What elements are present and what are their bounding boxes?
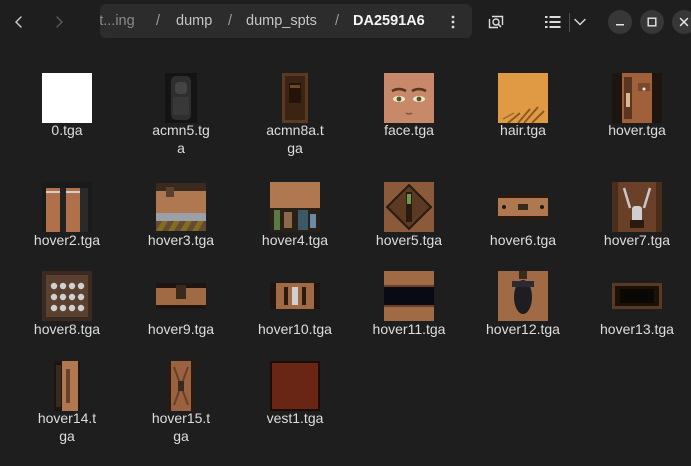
path-menu-button[interactable]: [440, 12, 466, 32]
file-name: hover8.tga: [33, 321, 101, 337]
maximize-button[interactable]: [640, 10, 664, 34]
view-options-dropdown[interactable]: [572, 8, 588, 36]
search-button[interactable]: [482, 8, 510, 36]
file-thumbnail: [493, 266, 553, 326]
breadcrumb-item[interactable]: it...ing: [100, 13, 135, 29]
file-thumbnail: [493, 68, 553, 128]
header-divider: [569, 13, 570, 32]
file-thumbnail: [151, 266, 211, 326]
file-thumbnail: [493, 177, 553, 237]
file-thumbnail: [265, 266, 325, 326]
list-view-icon: [545, 16, 561, 28]
file-name: hover12.tga: [486, 321, 560, 337]
path-bar: it...ing / dump / dump_spts / DA2591A6: [100, 4, 472, 38]
file-thumbnail: [607, 68, 667, 128]
maximize-icon: [647, 17, 657, 27]
breadcrumb-item[interactable]: dump: [176, 13, 212, 29]
forward-button[interactable]: [45, 8, 73, 36]
file-thumbnail: [265, 356, 325, 416]
file-thumbnail: [151, 177, 211, 237]
breadcrumb-separator: /: [156, 13, 161, 29]
file-thumbnail: [379, 68, 439, 128]
file-thumbnail: [37, 356, 97, 416]
header-bar: it...ing / dump / dump_spts / DA2591A6: [0, 0, 691, 44]
file-thumbnail: [607, 177, 667, 237]
file-thumbnail: [607, 266, 667, 326]
file-name: hover14.t ga: [37, 410, 97, 444]
file-thumbnail: [151, 68, 211, 128]
file-thumbnail: [37, 266, 97, 326]
chevron-right-icon: [56, 16, 63, 28]
file-thumbnail: [265, 68, 325, 128]
breadcrumb-separator: /: [228, 13, 233, 29]
file-grid: 0.tga acmn5.tg a acmn8a.t ga face.tga ha…: [0, 44, 691, 466]
file-name: acmn8a.t ga: [266, 122, 324, 156]
file-name: acmn5.tg a: [152, 122, 210, 156]
file-name: hover15.t ga: [151, 410, 211, 444]
file-name: hover3.tga: [147, 232, 215, 248]
vertical-dots-icon: [451, 15, 455, 29]
file-name: face.tga: [384, 122, 434, 138]
file-thumbnail: [151, 356, 211, 416]
breadcrumb-separator: /: [335, 13, 340, 29]
back-button[interactable]: [5, 8, 33, 36]
file-thumbnail: [37, 68, 97, 128]
breadcrumb-item[interactable]: dump_spts: [246, 13, 317, 29]
search-icon: [488, 15, 504, 29]
file-name: hover13.tga: [600, 321, 674, 337]
close-icon: [679, 17, 689, 27]
file-name: hover2.tga: [33, 232, 101, 248]
chevron-left-icon: [15, 16, 22, 28]
file-name: 0.tga: [51, 122, 83, 138]
file-thumbnail: [379, 177, 439, 237]
file-name: hair.tga: [500, 122, 546, 138]
file-name: hover.tga: [608, 122, 666, 138]
file-name: hover7.tga: [603, 232, 671, 248]
minimize-icon: [616, 24, 624, 26]
file-name: hover11.tga: [372, 321, 446, 337]
chevron-down-icon: [574, 18, 586, 26]
file-name: hover10.tga: [258, 321, 332, 337]
file-name: hover4.tga: [261, 232, 329, 248]
file-thumbnail: [37, 177, 97, 237]
view-mode-button[interactable]: [540, 8, 566, 36]
file-thumbnail: [265, 177, 325, 237]
file-name: hover6.tga: [489, 232, 557, 248]
breadcrumb-current[interactable]: DA2591A6: [353, 13, 425, 29]
file-name: hover5.tga: [375, 232, 443, 248]
minimize-button[interactable]: [608, 10, 632, 34]
file-name: vest1.tga: [266, 410, 324, 426]
file-name: hover9.tga: [147, 321, 215, 337]
file-thumbnail: [379, 266, 439, 326]
close-button[interactable]: [672, 10, 691, 34]
